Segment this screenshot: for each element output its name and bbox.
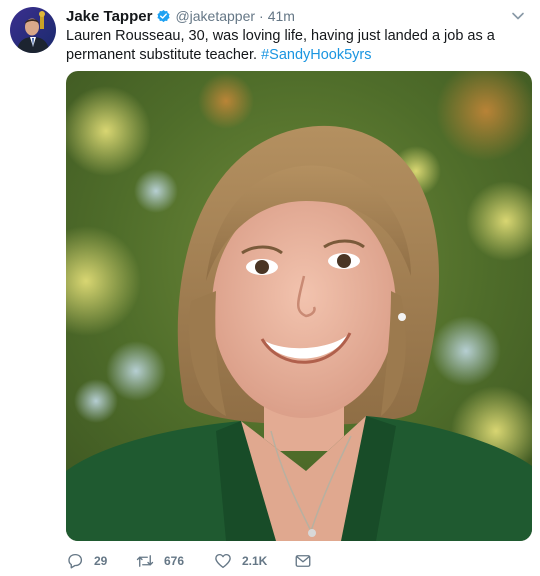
author-handle[interactable]: @jaketapper xyxy=(175,8,255,24)
tweet-timestamp[interactable]: 41m xyxy=(268,8,295,24)
direct-message-button[interactable] xyxy=(294,552,312,570)
tweet-photo[interactable] xyxy=(66,71,532,541)
author-display-name[interactable]: Jake Tapper xyxy=(66,8,152,25)
direct-message-icon xyxy=(294,552,312,570)
tweet-text: Lauren Rousseau, 30, was loving life, ha… xyxy=(66,27,526,65)
tweet-card: Jake Tapper @jaketapper · 41m Lauren Rou… xyxy=(0,0,540,576)
hashtag-link[interactable]: #SandyHook5yrs xyxy=(261,47,371,63)
tweet-header: Jake Tapper @jaketapper · 41m xyxy=(66,6,295,26)
header-separator: · xyxy=(259,8,264,24)
retweet-button[interactable]: 676 xyxy=(136,552,214,570)
heart-icon xyxy=(214,552,232,570)
reply-count: 29 xyxy=(94,554,108,568)
chevron-down-icon[interactable] xyxy=(510,8,526,24)
portrait-photo xyxy=(66,71,532,541)
verified-badge-icon xyxy=(156,9,171,24)
like-count: 2.1K xyxy=(242,554,268,568)
retweet-icon xyxy=(136,552,154,570)
reply-icon xyxy=(66,552,84,570)
avatar[interactable] xyxy=(10,7,56,53)
reply-button[interactable]: 29 xyxy=(66,552,136,570)
retweet-count: 676 xyxy=(164,554,185,568)
avatar-image xyxy=(10,7,56,53)
like-button[interactable]: 2.1K xyxy=(214,552,294,570)
tweet-actions: 29 676 2.1K xyxy=(66,551,312,571)
